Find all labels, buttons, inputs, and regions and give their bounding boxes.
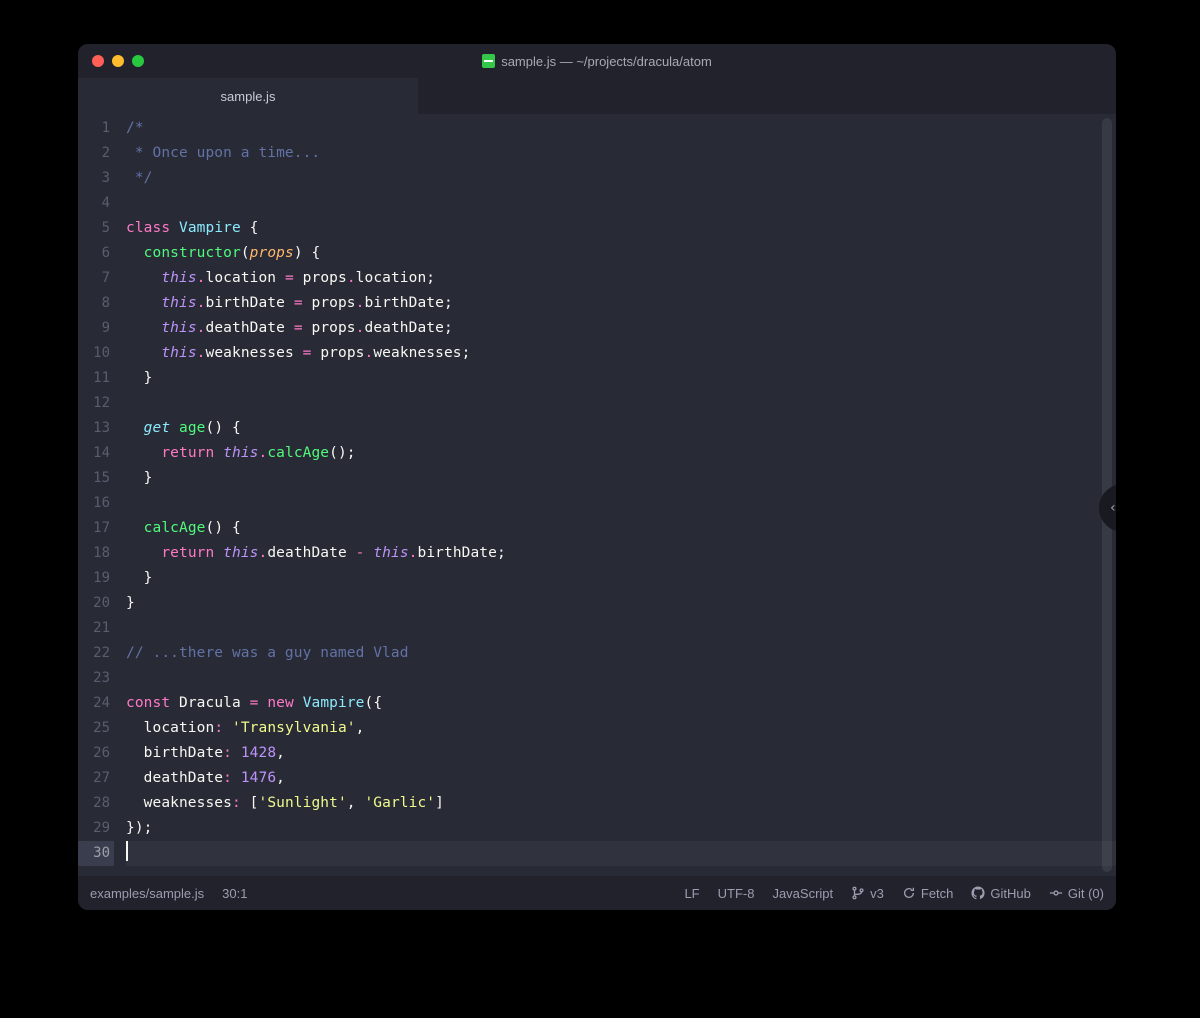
line-number[interactable]: 23 (78, 666, 114, 691)
code-line[interactable]: calcAge() { (126, 516, 1116, 541)
line-number[interactable]: 1 (78, 116, 114, 141)
chevron-left-icon: ‹ (1109, 500, 1116, 516)
window-title-text: sample.js — ~/projects/dracula/atom (501, 54, 712, 69)
line-number[interactable]: 15 (78, 466, 114, 491)
github-icon (971, 886, 985, 900)
code-line[interactable]: return this.deathDate - this.birthDate; (126, 541, 1116, 566)
line-number[interactable]: 14 (78, 441, 114, 466)
code-line[interactable]: this.deathDate = props.deathDate; (126, 316, 1116, 341)
window-title: sample.js — ~/projects/dracula/atom (78, 54, 1116, 69)
code-line[interactable]: constructor(props) { (126, 241, 1116, 266)
line-number-gutter[interactable]: 1234567891011121314151617181920212223242… (78, 114, 124, 876)
tab-label: sample.js (221, 89, 276, 104)
code-line[interactable]: /* (126, 116, 1116, 141)
status-line-ending[interactable]: LF (684, 886, 699, 901)
code-line[interactable]: } (126, 366, 1116, 391)
code-line[interactable] (126, 616, 1116, 641)
line-number[interactable]: 3 (78, 166, 114, 191)
line-number[interactable]: 13 (78, 416, 114, 441)
line-number[interactable]: 6 (78, 241, 114, 266)
text-cursor (126, 841, 128, 861)
code-line[interactable] (126, 841, 1116, 866)
line-number[interactable]: 5 (78, 216, 114, 241)
code-line[interactable]: this.birthDate = props.birthDate; (126, 291, 1116, 316)
line-number[interactable]: 4 (78, 191, 114, 216)
code-line[interactable]: weaknesses: ['Sunlight', 'Garlic'] (126, 791, 1116, 816)
line-number[interactable]: 26 (78, 741, 114, 766)
line-number[interactable]: 30 (78, 841, 114, 866)
titlebar[interactable]: sample.js — ~/projects/dracula/atom (78, 44, 1116, 78)
line-number[interactable]: 27 (78, 766, 114, 791)
status-bar: examples/sample.js 30:1 LF UTF-8 JavaScr… (78, 876, 1116, 910)
code-line[interactable]: } (126, 591, 1116, 616)
status-github[interactable]: GitHub (971, 886, 1030, 901)
code-line[interactable]: */ (126, 166, 1116, 191)
status-path[interactable]: examples/sample.js (90, 886, 204, 901)
line-number[interactable]: 7 (78, 266, 114, 291)
line-number[interactable]: 11 (78, 366, 114, 391)
line-number[interactable]: 21 (78, 616, 114, 641)
code-line[interactable]: } (126, 566, 1116, 591)
code-line[interactable] (126, 191, 1116, 216)
code-line[interactable]: location: 'Transylvania', (126, 716, 1116, 741)
editor-area[interactable]: 1234567891011121314151617181920212223242… (78, 114, 1116, 876)
line-number[interactable]: 9 (78, 316, 114, 341)
code-content[interactable]: /* * Once upon a time... */ class Vampir… (124, 114, 1116, 876)
code-line[interactable]: const Dracula = new Vampire({ (126, 691, 1116, 716)
line-number[interactable]: 19 (78, 566, 114, 591)
code-line[interactable]: this.location = props.location; (126, 266, 1116, 291)
line-number[interactable]: 16 (78, 491, 114, 516)
line-number[interactable]: 12 (78, 391, 114, 416)
tab-sample-js[interactable]: sample.js (78, 78, 418, 114)
code-line[interactable] (126, 491, 1116, 516)
code-line[interactable]: birthDate: 1428, (126, 741, 1116, 766)
line-number[interactable]: 25 (78, 716, 114, 741)
code-line[interactable] (126, 666, 1116, 691)
line-number[interactable]: 8 (78, 291, 114, 316)
code-line[interactable]: * Once upon a time... (126, 141, 1116, 166)
git-commit-icon (1049, 886, 1063, 900)
editor-window: sample.js — ~/projects/dracula/atom samp… (78, 44, 1116, 910)
line-number[interactable]: 22 (78, 641, 114, 666)
status-encoding[interactable]: UTF-8 (718, 886, 755, 901)
code-line[interactable]: }); (126, 816, 1116, 841)
file-icon (482, 54, 495, 68)
status-language[interactable]: JavaScript (772, 886, 833, 901)
line-number[interactable]: 2 (78, 141, 114, 166)
line-number[interactable]: 17 (78, 516, 114, 541)
code-line[interactable]: // ...there was a guy named Vlad (126, 641, 1116, 666)
git-branch-icon (851, 886, 865, 900)
line-number[interactable]: 24 (78, 691, 114, 716)
code-line[interactable]: } (126, 466, 1116, 491)
code-line[interactable]: class Vampire { (126, 216, 1116, 241)
status-fetch[interactable]: Fetch (902, 886, 954, 901)
code-line[interactable]: deathDate: 1476, (126, 766, 1116, 791)
line-number[interactable]: 29 (78, 816, 114, 841)
line-number[interactable]: 28 (78, 791, 114, 816)
line-number[interactable]: 18 (78, 541, 114, 566)
code-line[interactable] (126, 391, 1116, 416)
status-cursor[interactable]: 30:1 (222, 886, 247, 901)
code-line[interactable]: get age() { (126, 416, 1116, 441)
line-number[interactable]: 10 (78, 341, 114, 366)
line-number[interactable]: 20 (78, 591, 114, 616)
sync-icon (902, 886, 916, 900)
status-git[interactable]: Git (0) (1049, 886, 1104, 901)
code-line[interactable]: this.weaknesses = props.weaknesses; (126, 341, 1116, 366)
tab-bar[interactable]: sample.js (78, 78, 1116, 114)
status-branch[interactable]: v3 (851, 886, 884, 901)
code-line[interactable]: return this.calcAge(); (126, 441, 1116, 466)
